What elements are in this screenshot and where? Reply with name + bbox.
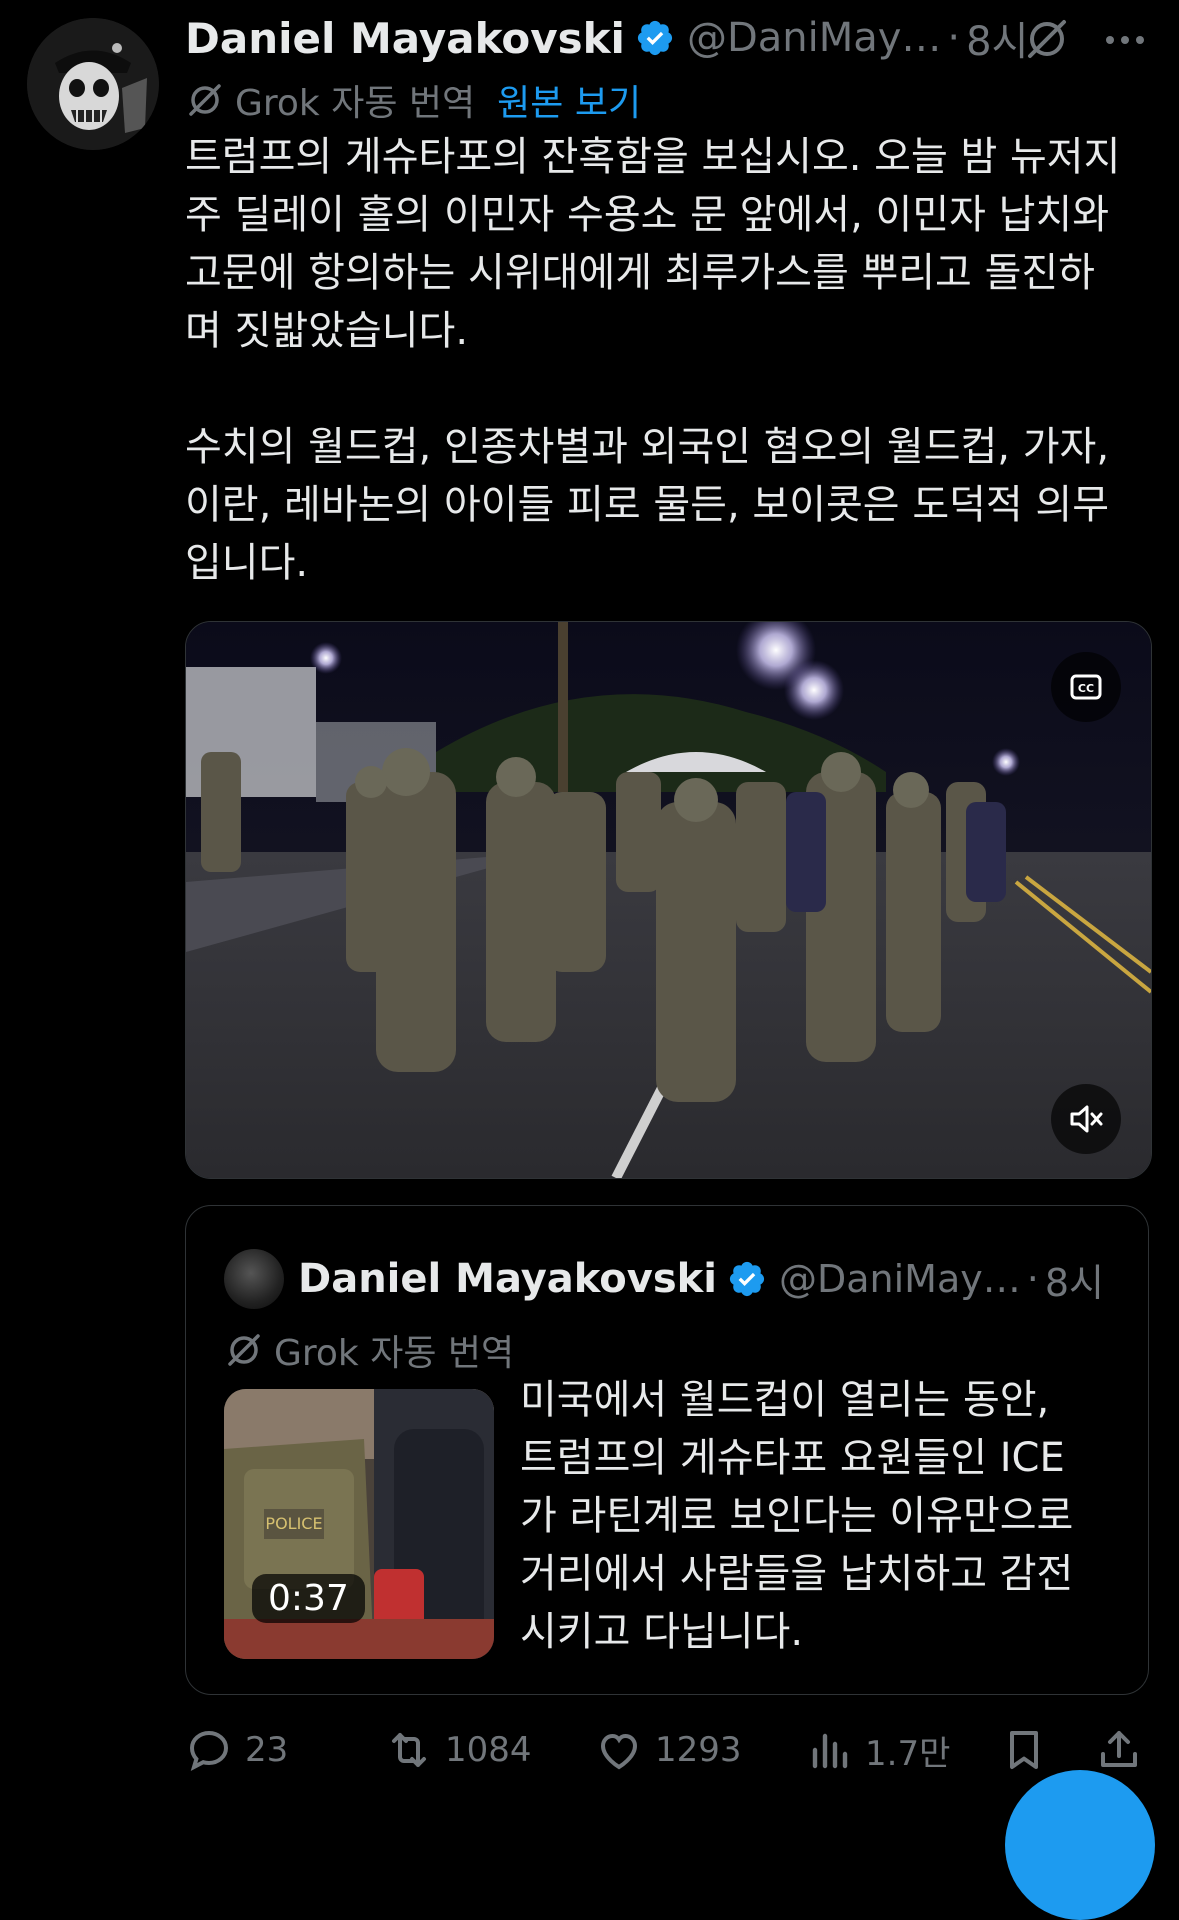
quoted-tweet[interactable]: Daniel Mayakovski @DaniMay… · 8시 Grok 자동…	[185, 1205, 1149, 1695]
mute-icon	[1070, 1105, 1103, 1133]
closed-captions-button[interactable]: CC	[1051, 652, 1121, 722]
verified-badge-icon	[637, 20, 673, 56]
like-count: 1293	[655, 1730, 742, 1770]
reply-icon	[189, 1730, 229, 1771]
repost-icon	[392, 1733, 426, 1767]
quoted-translation-label: Grok 자동 번역	[274, 1333, 515, 1374]
svg-text:CC: CC	[1078, 682, 1094, 695]
translation-row: Grok 자동 번역 원본 보기	[185, 72, 641, 128]
views-button[interactable]: 1.7만	[805, 1720, 950, 1780]
svg-text:POLICE: POLICE	[265, 1514, 322, 1533]
quoted-video-thumbnail[interactable]: POLICE 0:37	[224, 1389, 494, 1659]
tweet-body: 트럼프의 게슈타포의 잔혹함을 보십시오. 오늘 밤 뉴저지 주 딜레이 홀의 …	[185, 134, 1121, 586]
tweet-header: Daniel Mayakovski @DaniMay… · 8시	[185, 8, 1159, 68]
closed-captions-icon: CC	[1070, 674, 1102, 700]
grok-icon[interactable]	[1022, 14, 1072, 64]
grok-icon	[228, 1334, 260, 1366]
video-frame	[186, 622, 1151, 1178]
grok-icon	[189, 84, 221, 116]
bookmark-icon	[1010, 1731, 1038, 1769]
views-count: 1.7만	[865, 1733, 951, 1774]
reply-button[interactable]: 23	[185, 1720, 288, 1780]
separator: ·	[1026, 1257, 1039, 1301]
quoted-tweet-header: Daniel Mayakovski @DaniMay… · 8시	[224, 1248, 1104, 1310]
author-handle[interactable]: @DaniMay…	[687, 15, 941, 61]
more-icon[interactable]	[1100, 20, 1150, 60]
compose-button[interactable]	[1005, 1770, 1155, 1920]
author-avatar[interactable]	[27, 18, 159, 150]
view-original-link[interactable]: 원본 보기	[497, 74, 641, 126]
action-bar: 23 1084 1293 1.7만	[185, 1720, 1165, 1780]
separator: ·	[947, 15, 961, 61]
tweet-video[interactable]: CC	[185, 621, 1152, 1179]
bookmark-button[interactable]	[1000, 1720, 1060, 1780]
quoted-timestamp[interactable]: 8시	[1045, 1252, 1104, 1307]
quoted-author-handle[interactable]: @DaniMay…	[779, 1257, 1021, 1301]
quoted-author-avatar[interactable]	[224, 1249, 284, 1309]
views-icon	[812, 1733, 848, 1769]
video-duration: 0:37	[252, 1574, 365, 1623]
reply-count: 23	[245, 1730, 289, 1770]
repost-button[interactable]: 1084	[385, 1720, 532, 1780]
share-icon	[1101, 1731, 1137, 1767]
repost-count: 1084	[445, 1730, 532, 1770]
quoted-author-name[interactable]: Daniel Mayakovski	[298, 1256, 717, 1302]
quoted-translation-row: Grok 자동 번역	[224, 1322, 514, 1378]
author-name[interactable]: Daniel Mayakovski	[185, 14, 625, 63]
like-icon	[600, 1733, 638, 1770]
quoted-tweet-body: 미국에서 월드컵이 열리는 동안, 트럼프의 게슈타포 요원들인 ICE 가 라…	[520, 1377, 1074, 1655]
timestamp[interactable]: 8시	[966, 9, 1028, 67]
mute-button[interactable]	[1051, 1084, 1121, 1154]
like-button[interactable]: 1293	[595, 1720, 742, 1780]
verified-badge-icon	[729, 1261, 765, 1297]
share-button[interactable]	[1095, 1720, 1155, 1780]
translation-label: Grok 자동 번역	[235, 83, 476, 124]
